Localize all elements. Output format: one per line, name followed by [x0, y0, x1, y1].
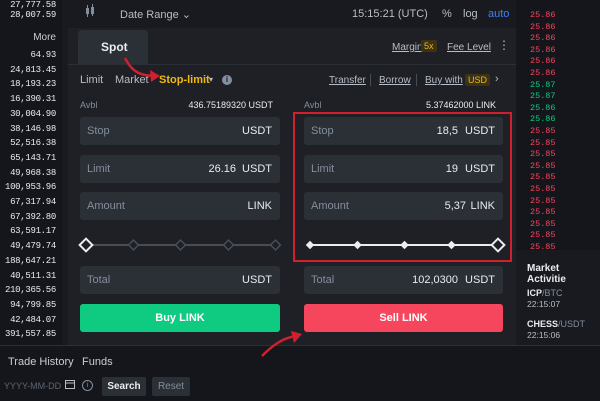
- annotation-arrows: [123, 57, 302, 357]
- annotation-arrow: [261, 334, 297, 357]
- annotation-arrowhead: [150, 70, 160, 82]
- annotation-arrowhead: [291, 331, 302, 343]
